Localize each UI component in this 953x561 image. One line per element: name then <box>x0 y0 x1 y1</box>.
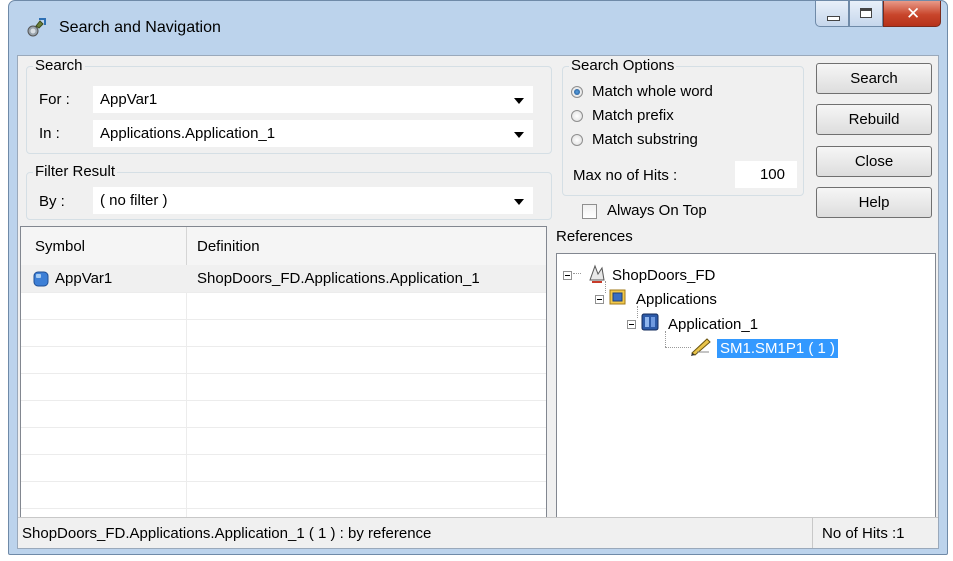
references-tree[interactable]: ShopDoors_FD Applications Application_1 <box>556 253 936 520</box>
filter-by-combobox[interactable]: ( no filter ) <box>93 187 533 214</box>
radio-label: Match substring <box>592 131 698 148</box>
caption-buttons: ✕ <box>815 1 941 29</box>
applications-folder-icon <box>608 287 628 311</box>
dropdown-arrow-icon <box>514 132 524 138</box>
table-row <box>21 293 546 320</box>
max-hits-input[interactable]: 100 <box>735 161 797 188</box>
max-hits-label: Max no of Hits : <box>573 167 678 184</box>
search-options-label: Search Options <box>569 57 677 74</box>
maximize-icon <box>860 8 872 18</box>
in-combobox[interactable]: Applications.Application_1 <box>93 120 533 147</box>
in-value: Applications.Application_1 <box>100 125 276 142</box>
dropdown-arrow-icon <box>514 199 524 205</box>
for-combobox[interactable]: AppVar1 <box>93 86 533 113</box>
table-row <box>21 455 546 482</box>
radio-button <box>571 109 583 122</box>
table-row <box>21 374 546 401</box>
window-title: Search and Navigation <box>59 19 221 36</box>
tree-node-label: SM1.SM1P1 ( 1 ) <box>717 338 839 358</box>
close-button[interactable]: Close <box>816 146 932 177</box>
tree-node-application-1[interactable]: Application_1 <box>627 312 758 336</box>
radio-button-selected <box>571 85 583 98</box>
symbol-cell: AppVar1 <box>55 270 113 287</box>
tree-node-sm1-sm1p1[interactable]: SM1.SM1P1 ( 1 ) <box>689 336 839 360</box>
table-row <box>21 482 546 509</box>
close-icon: ✕ <box>906 4 921 24</box>
tree-node-shopdoors-fd[interactable]: ShopDoors_FD <box>563 262 715 288</box>
application-icon <box>640 312 660 336</box>
minimize-button[interactable] <box>815 1 849 27</box>
always-on-top-label: Always On Top <box>607 202 707 219</box>
tree-node-applications[interactable]: Applications <box>595 287 717 311</box>
title-bar[interactable]: Search and Navigation ✕ <box>9 1 947 53</box>
filter-by-value: ( no filter ) <box>100 192 168 209</box>
tree-node-label: Applications <box>636 290 717 308</box>
help-button[interactable]: Help <box>816 187 932 218</box>
table-row <box>21 428 546 455</box>
radio-button <box>571 133 583 146</box>
pencil-reference-icon <box>689 336 713 360</box>
table-row <box>21 320 546 347</box>
maximize-button[interactable] <box>849 1 883 27</box>
always-on-top-checkbox[interactable] <box>582 204 597 219</box>
in-label: In : <box>39 125 60 142</box>
search-options-group: Search Options Match whole word Match pr… <box>562 57 804 196</box>
rebuild-button[interactable]: Rebuild <box>816 104 932 135</box>
status-text: ShopDoors_FD.Applications.Application_1 … <box>22 525 432 542</box>
results-grid[interactable]: Symbol Definition AppVar1 ShopDoors_FD.A… <box>20 226 547 520</box>
table-row <box>21 347 546 374</box>
minimize-icon <box>827 16 840 21</box>
tree-node-label: ShopDoors_FD <box>612 266 716 284</box>
close-window-button[interactable]: ✕ <box>883 1 941 27</box>
tree-collapse-toggle[interactable] <box>595 294 604 304</box>
for-value: AppVar1 <box>100 91 158 108</box>
search-group: Search For : AppVar1 In : Applications.A… <box>26 57 552 154</box>
tree-node-label: Application_1 <box>668 315 759 333</box>
hits-count-text: No of Hits :1 <box>822 525 905 542</box>
column-header-symbol[interactable]: Symbol <box>35 238 85 255</box>
for-label: For : <box>39 91 70 108</box>
radio-label: Match prefix <box>592 107 674 124</box>
references-label: References <box>556 228 633 245</box>
by-label: By : <box>39 193 65 210</box>
search-navigation-icon <box>25 17 47 39</box>
project-icon <box>586 262 608 288</box>
definition-cell: ShopDoors_FD.Applications.Application_1 <box>197 270 480 287</box>
radio-label: Match whole word <box>592 83 713 100</box>
filter-result-group: Filter Result By : ( no filter ) <box>26 163 552 220</box>
filter-result-label: Filter Result <box>33 163 118 180</box>
radio-match-prefix[interactable]: Match prefix <box>571 107 674 124</box>
column-header-definition[interactable]: Definition <box>197 238 260 255</box>
radio-match-substring[interactable]: Match substring <box>571 131 698 148</box>
status-section-left: ShopDoors_FD.Applications.Application_1 … <box>18 518 813 548</box>
dialog-client-area: Search For : AppVar1 In : Applications.A… <box>17 55 939 549</box>
tree-connector <box>665 347 691 348</box>
column-divider <box>186 293 187 519</box>
radio-match-whole-word[interactable]: Match whole word <box>571 83 713 100</box>
dropdown-arrow-icon <box>514 98 524 104</box>
search-button[interactable]: Search <box>816 63 932 94</box>
search-group-label: Search <box>33 57 85 74</box>
search-navigation-window: Search and Navigation ✕ Search For : App… <box>8 0 948 555</box>
status-bar: ShopDoors_FD.Applications.Application_1 … <box>18 517 938 548</box>
tree-collapse-toggle[interactable] <box>563 270 572 280</box>
grid-header: Symbol Definition <box>21 227 546 266</box>
tree-collapse-toggle[interactable] <box>627 319 636 329</box>
database-icon <box>33 271 49 291</box>
table-row <box>21 401 546 428</box>
column-divider <box>186 227 187 265</box>
table-row[interactable]: AppVar1 ShopDoors_FD.Applications.Applic… <box>21 265 546 293</box>
